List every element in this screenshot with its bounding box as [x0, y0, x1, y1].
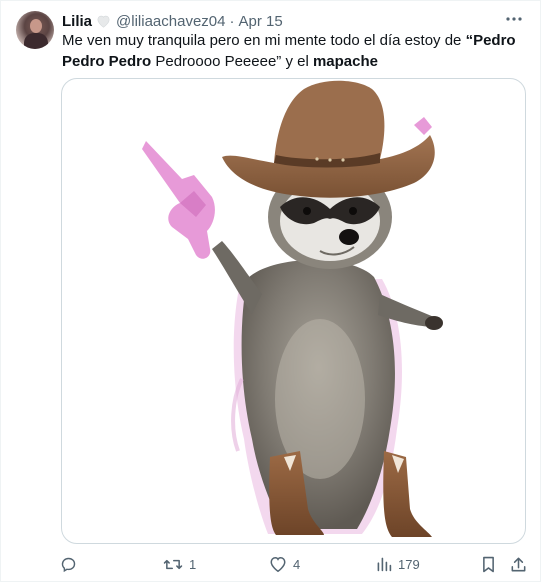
like-count: 4	[293, 556, 301, 572]
more-icon[interactable]	[506, 11, 522, 27]
reply-button[interactable]	[60, 553, 83, 575]
views-button[interactable]: 179	[376, 553, 420, 575]
action-bar: 1 4 179	[1, 553, 541, 575]
tweet-text: Me ven muy tranquila pero en mi mente to…	[62, 30, 532, 72]
bookmark-icon	[481, 556, 496, 573]
separator: ·	[229, 12, 235, 30]
tweet-text-bold: mapache	[312, 53, 379, 70]
like-button[interactable]: 4	[269, 553, 300, 575]
retweet-icon	[163, 556, 183, 573]
tweet-card[interactable]: Lilia @liliaachavez04 · Apr 15 Me ven mu…	[0, 0, 541, 582]
raccoon-cowboy-image	[142, 80, 443, 537]
tweet-text-part: Pedroooo Peeeee” y el	[151, 53, 313, 70]
like-icon	[269, 556, 287, 573]
user-handle[interactable]: @liliaachavez04	[116, 13, 225, 30]
bookmark-button[interactable]	[481, 553, 496, 575]
media-image[interactable]	[61, 78, 526, 544]
retweet-button[interactable]: 1	[163, 553, 196, 575]
reply-icon	[60, 556, 77, 573]
retweet-count: 1	[189, 556, 197, 572]
share-button[interactable]	[510, 553, 527, 575]
tweet-header: Lilia @liliaachavez04 · Apr 15	[62, 12, 520, 30]
share-icon	[510, 556, 527, 573]
tweet-text-part: Me ven muy tranquila pero en mi mente to…	[62, 32, 466, 49]
avatar-body	[24, 33, 48, 49]
tweet-date[interactable]: Apr 15	[238, 13, 282, 30]
avatar[interactable]	[16, 11, 54, 49]
avatar-face	[30, 19, 42, 33]
views-count: 179	[398, 556, 420, 572]
views-icon	[376, 556, 392, 572]
display-name[interactable]: Lilia	[62, 13, 92, 30]
verified-heart-icon	[96, 14, 111, 28]
